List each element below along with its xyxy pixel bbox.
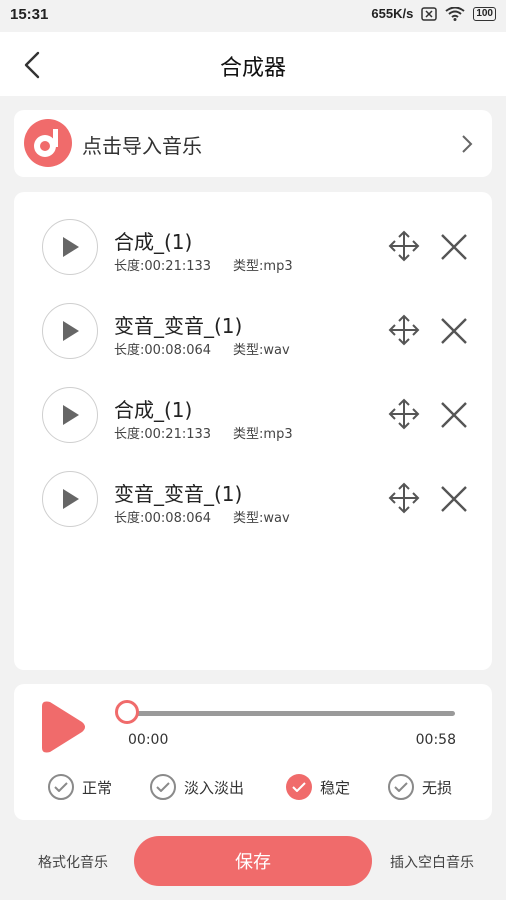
track-type: 类型:wav <box>233 343 290 358</box>
player-panel: 00:00 00:58 正常 淡入淡出 稳定 无损 <box>14 684 492 820</box>
insert-blank-music-button[interactable]: 插入空白音乐 <box>390 852 474 872</box>
track-meta: 长度:00:08:064 类型:wav <box>114 507 290 526</box>
track-duration: 长度:00:08:064 <box>114 511 212 526</box>
close-icon[interactable] <box>440 317 468 345</box>
track-item: 变音_变音_(1) 长度:00:08:064 类型:wav <box>14 444 492 528</box>
track-play-button[interactable] <box>42 303 98 359</box>
battery-level: 100 <box>476 7 493 19</box>
move-icon[interactable] <box>388 398 420 430</box>
track-name: 变音_变音_(1) <box>114 314 243 338</box>
move-icon[interactable] <box>388 482 420 514</box>
track-duration: 长度:00:21:133 <box>114 427 212 442</box>
option-fade[interactable]: 淡入淡出 <box>150 774 244 800</box>
track-type: 类型:mp3 <box>233 427 293 442</box>
track-meta: 长度:00:08:064 类型:wav <box>114 339 290 358</box>
track-duration: 长度:00:21:133 <box>114 259 212 274</box>
play-icon <box>63 237 79 257</box>
play-icon <box>63 405 79 425</box>
import-label: 点击导入音乐 <box>82 134 202 158</box>
track-type: 类型:mp3 <box>233 259 293 274</box>
play-icon <box>63 321 79 341</box>
option-label: 正常 <box>82 778 113 797</box>
check-circle-icon <box>150 774 176 800</box>
footer-bar: 格式化音乐 保存 插入空白音乐 <box>0 832 506 900</box>
track-play-button[interactable] <box>42 219 98 275</box>
option-normal[interactable]: 正常 <box>48 774 112 800</box>
close-icon[interactable] <box>440 485 468 513</box>
track-item: 变音_变音_(1) 长度:00:08:064 类型:wav <box>14 276 492 360</box>
battery-icon: 100 <box>473 6 496 21</box>
option-lossless[interactable]: 无损 <box>388 774 452 800</box>
track-list: 合成_(1) 长度:00:21:133 类型:mp3 变音_变音_(1) 长度:… <box>14 192 492 670</box>
wifi-icon <box>445 6 465 21</box>
option-label: 稳定 <box>320 778 351 797</box>
sim-off-icon <box>421 6 438 21</box>
close-icon[interactable] <box>440 233 468 261</box>
status-bar: 15:31 655K/s 100 <box>0 0 506 32</box>
move-icon[interactable] <box>388 314 420 346</box>
progress-knob[interactable] <box>115 700 139 724</box>
check-circle-icon <box>48 774 74 800</box>
current-time: 00:00 <box>128 732 169 748</box>
close-icon[interactable] <box>440 401 468 429</box>
track-name: 变音_变音_(1) <box>114 482 243 506</box>
save-button[interactable]: 保存 <box>134 836 372 886</box>
track-play-button[interactable] <box>42 387 98 443</box>
track-play-button[interactable] <box>42 471 98 527</box>
play-icon[interactable] <box>34 700 88 754</box>
track-meta: 长度:00:21:133 类型:mp3 <box>114 255 293 274</box>
format-music-button[interactable]: 格式化音乐 <box>38 852 108 872</box>
track-item: 合成_(1) 长度:00:21:133 类型:mp3 <box>14 192 492 276</box>
track-name: 合成_(1) <box>114 230 193 254</box>
play-icon <box>63 489 79 509</box>
track-type: 类型:wav <box>233 511 290 526</box>
move-icon[interactable] <box>388 230 420 262</box>
page-title: 合成器 <box>219 56 286 81</box>
status-right: 655K/s 100 <box>371 6 496 21</box>
option-label: 无损 <box>422 778 453 797</box>
option-stable[interactable]: 稳定 <box>286 774 350 800</box>
status-time: 15:31 <box>10 6 49 23</box>
progress-track[interactable] <box>127 711 455 716</box>
total-time: 00:58 <box>415 732 456 748</box>
chevron-right-icon <box>462 135 473 153</box>
track-meta: 长度:00:21:133 类型:mp3 <box>114 423 293 442</box>
track-duration: 长度:00:08:064 <box>114 343 212 358</box>
track-item: 合成_(1) 长度:00:21:133 类型:mp3 <box>14 360 492 444</box>
import-music-button[interactable]: 点击导入音乐 <box>14 110 492 177</box>
top-bar: 合成器 <box>0 32 506 96</box>
check-circle-icon <box>388 774 414 800</box>
option-label: 淡入淡出 <box>184 778 245 797</box>
track-name: 合成_(1) <box>114 398 193 422</box>
music-note-icon <box>24 119 72 167</box>
check-circle-icon <box>286 774 312 800</box>
network-speed: 655K/s <box>371 6 414 21</box>
